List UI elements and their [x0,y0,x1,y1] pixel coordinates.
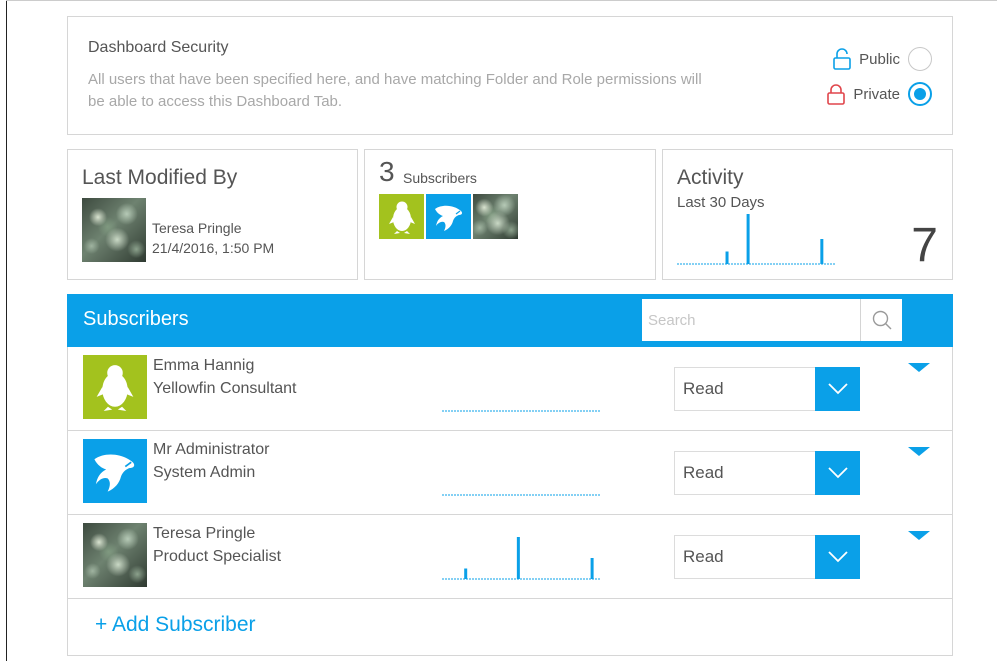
photo-avatar[interactable] [473,194,518,239]
penguin-avatar[interactable] [379,194,424,239]
subscribers-summary-card: 3 Subscribers [364,149,656,280]
search-button[interactable] [860,299,902,341]
subscriber-name: Teresa Pringle [153,525,256,542]
last-modified-card: Last Modified By Teresa Pringle 21/4/201… [67,149,358,280]
unlocked-lock-icon [831,48,853,70]
public-option[interactable]: Public [831,47,932,71]
avatar [82,198,146,262]
security-description: All users that have been specified here,… [88,71,702,110]
subscriber-count: 3 [379,156,395,187]
fish-avatar [83,439,147,503]
search-input[interactable] [642,299,857,341]
subscriber-count-label: Subscribers [403,170,477,186]
subscriber-activity-sparkline [442,537,600,580]
activity-count: 7 [911,219,938,272]
list-item: Emma Hannig Yellowfin Consultant Read [68,347,952,431]
subscriber-role: Yellowfin Consultant [153,380,297,397]
penguin-avatar [83,355,147,419]
sparkline-bar [464,568,468,579]
dashboard-security-card: Dashboard Security All users that have b… [67,16,953,135]
private-radio[interactable] [908,82,932,106]
last-modified-title: Last Modified By [82,166,238,189]
penguin-icon [96,365,134,411]
locked-lock-icon [825,83,847,105]
photo-avatar [83,523,147,587]
sparkline-bar [516,537,520,579]
subscriber-name: Emma Hannig [153,357,255,374]
subscribers-panel: Subscribers Emma Hannig Yellowfin Consul… [67,294,953,656]
activity-title: Activity [677,166,744,189]
fish-avatar[interactable] [426,194,471,239]
list-item: Mr Administrator System Admin Read [68,431,952,515]
public-radio[interactable] [908,47,932,71]
chevron-down-icon [827,467,848,479]
permission-value: Read [683,379,724,398]
sparkline-bar [590,558,594,579]
permission-dropdown-button[interactable] [815,367,860,411]
subscriber-name: Mr Administrator [153,441,270,458]
search-box [642,299,902,341]
public-label: Public [859,50,900,68]
sparkline-bar [725,251,729,264]
security-title: Dashboard Security [88,39,229,56]
activity-card: Activity Last 30 Days 7 [662,149,953,280]
subscribers-title: Subscribers [83,308,189,330]
list-item: Teresa Pringle Product Specialist Read [68,515,952,599]
permission-select[interactable]: Read [674,451,860,495]
subscriber-activity-sparkline [442,410,600,412]
fish-icon [94,454,135,492]
subscribers-header: Subscribers [67,294,953,347]
chevron-down-icon [827,383,848,395]
add-subscriber-link[interactable]: + Add Subscriber [95,613,256,637]
permission-select[interactable]: Read [674,535,860,579]
private-option[interactable]: Private [825,82,932,106]
penguin-icon [388,201,415,234]
sparkline-bar [746,214,750,264]
private-label: Private [853,85,900,103]
permission-dropdown-button[interactable] [815,451,860,495]
activity-sparkline [677,214,835,265]
subscriber-role: Product Specialist [153,548,282,565]
permission-value: Read [683,547,724,566]
expand-row-icon[interactable] [908,531,930,540]
permission-select[interactable]: Read [674,367,860,411]
last-modified-user: Teresa Pringle [152,220,242,236]
sparkline-bar [820,239,824,264]
search-icon [872,310,891,330]
fish-icon [434,205,462,231]
subscriber-avatar-list [379,194,518,239]
expand-row-icon[interactable] [908,447,930,456]
expand-row-icon[interactable] [908,363,930,372]
last-modified-date: 21/4/2016, 1:50 PM [152,240,275,256]
window-border [6,0,7,661]
chevron-down-icon [827,551,848,563]
permission-value: Read [683,463,724,482]
activity-period: Last 30 Days [677,194,765,211]
window-border-top [6,0,997,1]
permission-dropdown-button[interactable] [815,535,860,579]
subscriber-role: System Admin [153,464,256,481]
subscriber-activity-sparkline [442,494,600,496]
